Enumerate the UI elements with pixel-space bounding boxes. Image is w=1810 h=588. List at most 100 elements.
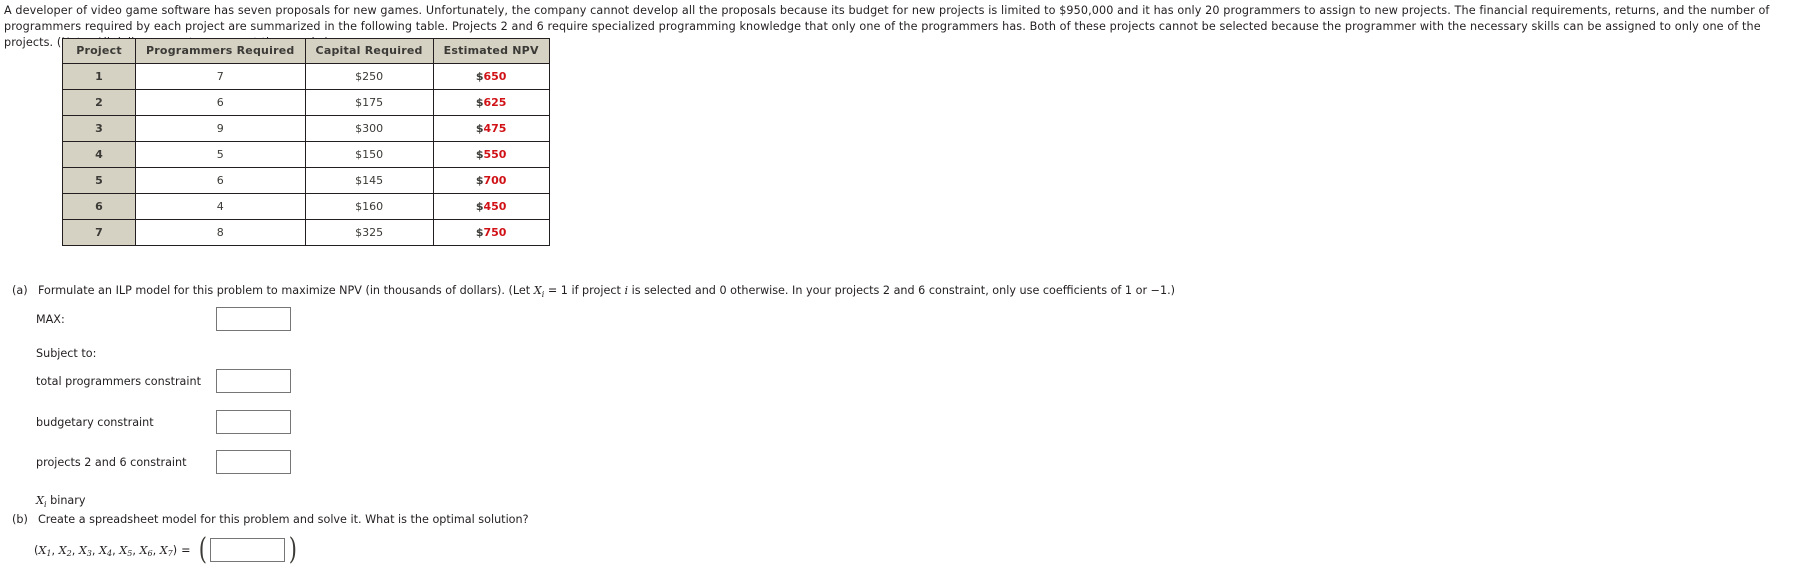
question-part-b: (b) Create a spreadsheet model for this p… — [12, 512, 529, 528]
cell-capital: $160 — [304, 193, 434, 220]
cell-programmers: 9 — [135, 115, 306, 142]
tuple-sub-6: 6 — [147, 549, 153, 559]
cell-npv: $650 — [432, 63, 550, 90]
table-row: 3 9 $300 $475 — [62, 115, 550, 142]
cell-capital: $325 — [304, 219, 434, 246]
tuple-var-3: X — [78, 543, 87, 557]
question-part-a: (a) Formulate an ILP model for this probl… — [12, 283, 1175, 300]
tuple-sub-7: 7 — [167, 549, 173, 559]
projects-2-and-6-constraint-label: projects 2 and 6 constraint — [36, 456, 187, 469]
project-data-table: Project Programmers Required Capital Req… — [62, 38, 550, 246]
max-objective-input[interactable] — [216, 307, 291, 331]
table-body: 1 7 $250 $650 2 6 $175 $625 3 9 $300 $47… — [62, 63, 550, 246]
part-b-label: (b) — [12, 513, 28, 526]
part-a-label: (a) — [12, 284, 28, 297]
projects-2-and-6-constraint-row: projects 2 and 6 constraint — [36, 450, 736, 476]
npv-amount: 700 — [483, 174, 507, 187]
cell-npv: $700 — [432, 167, 550, 194]
npv-currency: $ — [475, 70, 484, 83]
column-header-programmers-required: Programmers Required — [135, 38, 306, 64]
column-header-estimated-npv: Estimated NPV — [432, 38, 550, 64]
budgetary-constraint-input[interactable] — [216, 410, 291, 434]
project-data-table-wrapper: Project Programmers Required Capital Req… — [62, 38, 550, 246]
subject-to-row: Subject to: — [36, 343, 736, 369]
cell-npv: $475 — [432, 115, 550, 142]
binary-text: binary — [46, 494, 86, 507]
table-header-row: Project Programmers Required Capital Req… — [62, 38, 550, 64]
total-programmers-constraint-row: total programmers constraint — [36, 369, 736, 395]
table-row: 2 6 $175 $625 — [62, 89, 550, 116]
tuple-sub-1: 1 — [46, 549, 52, 559]
answer-open-paren: ( — [198, 532, 207, 567]
cell-capital: $150 — [304, 141, 434, 168]
cell-project: 7 — [62, 219, 136, 246]
part-a-text-2: = 1 if project — [544, 284, 625, 297]
max-label: MAX: — [36, 313, 65, 326]
cell-project: 3 — [62, 115, 136, 142]
cell-capital: $300 — [304, 115, 434, 142]
npv-amount: 475 — [483, 122, 507, 135]
column-header-capital-required: Capital Required — [304, 38, 434, 64]
column-header-project: Project — [62, 38, 136, 64]
npv-amount: 550 — [483, 148, 507, 161]
tuple-var-7: X — [159, 543, 168, 557]
table-row: 7 8 $325 $750 — [62, 219, 550, 246]
cell-project: 1 — [62, 63, 136, 90]
solution-tuple-notation: (X1, X2, X3, X4, X5, X6, X7) — [34, 543, 178, 559]
cell-capital: $145 — [304, 167, 434, 194]
part-a-text-1: Formulate an ILP model for this problem … — [38, 284, 534, 297]
tuple-var-4: X — [99, 543, 107, 557]
cell-capital: $175 — [304, 89, 434, 116]
cell-programmers: 6 — [135, 89, 306, 116]
part-b-answer-row: (X1, X2, X3, X4, X5, X6, X7) =() — [34, 535, 301, 565]
table-row: 6 4 $160 $450 — [62, 193, 550, 220]
subject-to-label: Subject to: — [36, 347, 97, 360]
cell-programmers: 6 — [135, 167, 306, 194]
optimal-solution-input[interactable] — [210, 538, 286, 562]
part-a-variable-subscript: i — [541, 289, 545, 299]
npv-currency: $ — [475, 226, 484, 239]
cell-project: 6 — [62, 193, 136, 220]
total-programmers-constraint-label: total programmers constraint — [36, 375, 201, 388]
cell-programmers: 4 — [135, 193, 306, 220]
cell-npv: $625 — [432, 89, 550, 116]
npv-currency: $ — [475, 96, 484, 109]
cell-programmers: 5 — [135, 141, 306, 168]
tuple-sub-2: 2 — [66, 549, 72, 559]
tuple-sub-4: 4 — [107, 549, 113, 559]
cell-project: 4 — [62, 141, 136, 168]
tuple-sub-3: 3 — [86, 549, 92, 559]
table-header: Project Programmers Required Capital Req… — [62, 38, 550, 64]
projects-2-and-6-constraint-input[interactable] — [216, 450, 291, 474]
cell-project: 5 — [62, 167, 136, 194]
cell-capital: $250 — [304, 63, 434, 90]
budgetary-constraint-row: budgetary constraint — [36, 410, 736, 436]
budgetary-constraint-label: budgetary constraint — [36, 416, 154, 429]
npv-currency: $ — [475, 122, 484, 135]
binary-variable-subscript: i — [43, 499, 47, 509]
npv-amount: 450 — [483, 200, 507, 213]
answer-close-paren: ) — [289, 532, 298, 567]
max-objective-row: MAX: — [36, 307, 736, 333]
part-a-text-3: is selected and 0 otherwise. In your pro… — [628, 284, 1176, 297]
tuple-close-paren: ) — [172, 543, 178, 557]
equals-sign: = — [181, 543, 191, 557]
npv-currency: $ — [475, 148, 484, 161]
table-row: 1 7 $250 $650 — [62, 63, 550, 90]
npv-currency: $ — [475, 174, 484, 187]
npv-amount: 750 — [483, 226, 507, 239]
cell-programmers: 7 — [135, 63, 306, 90]
npv-amount: 625 — [483, 96, 507, 109]
cell-npv: $550 — [432, 141, 550, 168]
tuple-sub-5: 5 — [127, 549, 133, 559]
cell-npv: $750 — [432, 219, 550, 246]
part-a-variable-x: X — [533, 284, 542, 297]
tuple-var-2: X — [58, 543, 67, 557]
cell-project: 2 — [62, 89, 136, 116]
total-programmers-constraint-input[interactable] — [216, 369, 291, 393]
table-row: 5 6 $145 $700 — [62, 167, 550, 194]
table-row: 4 5 $150 $550 — [62, 141, 550, 168]
cell-programmers: 8 — [135, 219, 306, 246]
cell-npv: $450 — [432, 193, 550, 220]
npv-currency: $ — [475, 200, 484, 213]
